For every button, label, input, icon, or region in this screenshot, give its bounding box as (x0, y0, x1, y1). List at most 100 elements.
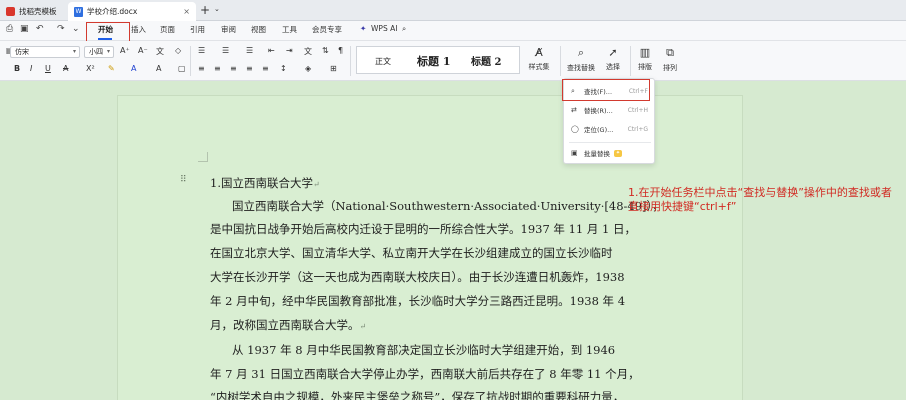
doc-line[interactable]: 大学在长沙开学（这一天也成为西南联大校庆日）。由于长沙连遭日机轰炸，1938 (210, 269, 625, 285)
search-icon[interactable]: ⌕ (402, 24, 406, 34)
paragraph-drag-handle-icon[interactable]: ⠿ (180, 175, 187, 185)
increase-indent-icon[interactable]: ⇥ (286, 46, 293, 55)
style-set-icon: A̸ (535, 46, 543, 59)
asian-layout-icon[interactable]: 文 (304, 46, 312, 57)
font-size-select[interactable]: 小四 ▾ (84, 46, 114, 58)
doc-line-text: 月，改称国立西南联合大学。 (210, 318, 360, 332)
show-marks-icon[interactable]: ¶ (338, 46, 343, 55)
font-color-icon[interactable]: A (131, 64, 136, 73)
doc-line[interactable]: 年 7 月 31 日国立西南联合大学停止办学，西南联大前后共存在了 8 年零 1… (210, 366, 640, 382)
tab-tools[interactable]: 工具 (282, 24, 297, 35)
grow-font-icon[interactable]: A⁺ (120, 46, 130, 55)
tab-insert[interactable]: 插入 (131, 24, 146, 35)
tab-page[interactable]: 页面 (160, 24, 175, 35)
shortcut-label: Ctrl+H (627, 106, 648, 114)
find-replace-button[interactable]: ⌕ 查找替换 (563, 46, 599, 73)
arrange-icon: ⧉ (666, 46, 674, 59)
borders-icon[interactable]: ⊞ (330, 64, 337, 73)
shortcut-label: Ctrl+G (627, 125, 648, 133)
font-name-select[interactable]: 仿宋 ▾ (10, 46, 80, 58)
find-item-highlight (562, 79, 650, 101)
new-tab-button[interactable]: + (200, 3, 210, 17)
doc-line[interactable]: “内树学术自由之规模，外来民主堡垒之称号”，保存了抗战时期的重要科研力量， (210, 389, 624, 400)
style-set-button[interactable]: A̸ 样式集 (524, 46, 554, 72)
sort-icon[interactable]: ⇅ (322, 46, 329, 55)
menu-item-goto[interactable]: ◯ 定位(G)... Ctrl+G (564, 120, 656, 138)
replace-icon: ⇄ (571, 106, 577, 114)
select-label: 选择 (606, 63, 620, 71)
style-set-label: 样式集 (528, 63, 550, 71)
close-tab-icon[interactable]: × (183, 7, 190, 16)
char-border-icon[interactable]: A (156, 64, 161, 73)
layout-button[interactable]: ▥ 排版 (634, 46, 656, 72)
doc-line[interactable]: 国立西南联合大学（National·Southwestern·Associate… (232, 198, 664, 214)
clear-format-icon[interactable]: ◇ (175, 46, 181, 55)
arrange-button[interactable]: ⧉ 排列 (659, 46, 681, 73)
bullet-list-icon[interactable]: ☰ (198, 46, 205, 55)
tab-list-chevron-icon[interactable]: ⌄ (214, 5, 220, 13)
decrease-indent-icon[interactable]: ⇤ (268, 46, 275, 55)
quick-access-chevron-icon[interactable]: ⌄ (72, 24, 80, 34)
divider (630, 46, 631, 76)
style-heading-1[interactable]: 标题 1 (417, 53, 450, 69)
doc-line[interactable]: 从 1937 年 8 月中华民国教育部决定国立长沙临时大学组建开始，到 1946 (232, 342, 615, 358)
shrink-font-icon[interactable]: A⁻ (138, 46, 148, 55)
multilevel-list-icon[interactable]: ☰ (246, 46, 253, 55)
tab-template[interactable]: 找稻壳模板 (0, 2, 64, 21)
doc-line[interactable]: 是中国抗日战争开始后高校内迁设于昆明的一所综合性大学。1937 年 11 月 1… (210, 221, 636, 237)
divider (190, 46, 191, 76)
menu-item-label: 替换(R)... (584, 107, 613, 115)
tab-view[interactable]: 视图 (251, 24, 266, 35)
tab-member[interactable]: 会员专享 (312, 24, 342, 35)
align-right-icon[interactable]: ≡ (230, 64, 237, 73)
paragraph-mark: ↵ (312, 180, 320, 189)
wps-ai-button[interactable]: WPS AI (371, 24, 397, 33)
undo-icon[interactable]: ↶ (36, 24, 44, 34)
menu-item-batch-replace[interactable]: ▣ 批量替换 ✦ (564, 144, 656, 162)
style-heading-2[interactable]: 标题 2 (471, 53, 501, 68)
superscript-icon[interactable]: X² (86, 64, 95, 73)
cursor-arrow-icon: ➚ (608, 46, 618, 59)
line-spacing-icon[interactable]: ↕ (280, 64, 287, 73)
align-left-icon[interactable]: ≡ (198, 64, 205, 73)
menu-item-label: 批量替换 (584, 150, 610, 158)
find-replace-label: 查找替换 (567, 64, 595, 72)
page-corner-mark (198, 152, 208, 162)
doc-line-end[interactable]: 月，改称国立西南联合大学。↵ (210, 317, 366, 333)
distribute-icon[interactable]: ≡ (262, 64, 269, 73)
doc-line[interactable]: 在国立北京大学、国立清华大学、私立南开大学在长沙组建成立的国立长沙临时 (210, 245, 613, 261)
print-icon[interactable]: ⎙ (6, 24, 13, 34)
redo-icon[interactable]: ↷ (57, 24, 65, 34)
bold-icon[interactable]: B (14, 64, 20, 73)
italic-icon[interactable]: I (30, 64, 32, 73)
select-button[interactable]: ➚ 选择 (601, 46, 625, 72)
strikethrough-icon[interactable]: A (63, 64, 68, 73)
align-center-icon[interactable]: ≡ (214, 64, 221, 73)
font-name-value: 仿宋 (15, 48, 29, 56)
highlight-icon[interactable]: ✎ (108, 64, 115, 73)
tab-template-label: 找稻壳模板 (19, 7, 57, 16)
search-icon: ⌕ (577, 46, 585, 59)
numbered-list-icon[interactable]: ☰ (222, 46, 229, 55)
doc-line[interactable]: 年 2 月中旬，经中华民国教育部批准，长沙临时大学分三路西迁昆明。1938 年 … (210, 293, 625, 309)
style-normal[interactable]: 正文 (375, 56, 391, 67)
divider (560, 46, 561, 76)
shading-icon[interactable]: ◈ (305, 64, 311, 73)
save-icon[interactable]: ▣ (20, 24, 29, 34)
menu-divider (569, 142, 651, 143)
tab-reference[interactable]: 引用 (190, 24, 205, 35)
template-icon (6, 7, 15, 16)
tab-document[interactable]: W 学校介绍.docx × (68, 2, 196, 21)
divider (350, 46, 351, 76)
underline-icon[interactable]: U (45, 64, 51, 73)
phonetic-icon[interactable]: 文 (156, 46, 164, 57)
doc-heading-text: 1.国立西南联合大学 (210, 176, 313, 190)
layout-label: 排版 (638, 63, 652, 71)
word-doc-icon: W (74, 6, 83, 17)
char-shading-icon[interactable]: ▢ (178, 64, 186, 73)
doc-heading[interactable]: 1.国立西南联合大学↵ (210, 175, 320, 191)
arrange-label: 排列 (663, 64, 677, 72)
tab-review[interactable]: 审阅 (221, 24, 236, 35)
justify-icon[interactable]: ≡ (246, 64, 253, 73)
menu-item-replace[interactable]: ⇄ 替换(R)... Ctrl+H (564, 101, 656, 119)
